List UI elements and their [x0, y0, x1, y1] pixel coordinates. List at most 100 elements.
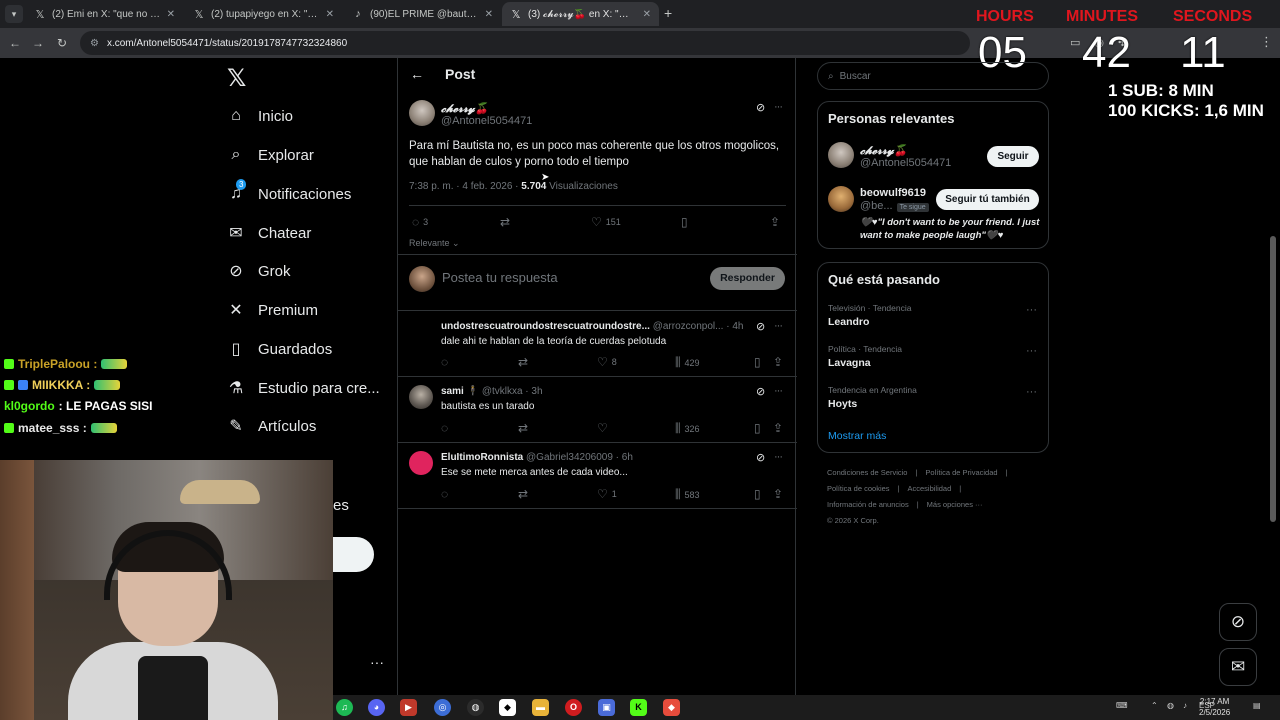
app-icon[interactable]: ◆ — [663, 699, 680, 716]
bookmark-action[interactable]: ▯ — [681, 215, 688, 229]
more-icon[interactable]: ··· — [774, 320, 783, 332]
obs-icon[interactable]: ◍ — [467, 699, 484, 716]
chevron-up-icon[interactable]: ⌃ — [1151, 701, 1158, 710]
footer-link[interactable]: Información de anuncios — [827, 500, 909, 509]
share-action[interactable]: ⇪ — [770, 215, 780, 229]
messages-fab-icon[interactable]: ✉ — [1219, 648, 1257, 686]
footer-link[interactable]: Accesibilidad — [908, 484, 952, 493]
nav-item-inicio[interactable]: ⌂ Inicio — [226, 101, 293, 131]
avatar[interactable] — [828, 186, 854, 212]
post-button[interactable] — [333, 537, 374, 572]
share-action[interactable]: ⇪ — [773, 487, 783, 501]
grok-icon[interactable]: ⊘ — [756, 320, 765, 333]
keyboard-icon[interactable]: ⌨ — [1116, 701, 1128, 710]
reply-item[interactable]: undostrescuatroundostrescuatroundostre..… — [398, 311, 797, 376]
reply-action[interactable]: ◌ — [441, 355, 448, 369]
nav-item-chatear[interactable]: ✉ Chatear — [226, 218, 311, 248]
reply-author[interactable]: undostrescuatroundostrescuatroundostre..… — [441, 321, 743, 332]
repost-action[interactable]: ⇄ — [518, 355, 528, 369]
more-icon[interactable]: ··· — [1026, 345, 1037, 357]
follow-button[interactable]: Seguir — [987, 146, 1039, 167]
notification-center-icon[interactable]: ▤ — [1253, 701, 1261, 710]
like-action[interactable]: ♡ 8 — [597, 355, 617, 369]
views-action[interactable]: ⫼ 583 — [675, 487, 700, 502]
search-input[interactable]: ⌕ Buscar — [817, 62, 1049, 90]
reply-item[interactable]: EluItimoRonnista @Gabriel34206009 · 6h ⊘… — [398, 443, 797, 508]
author-name[interactable]: 𝓬𝓱𝓮𝓻𝓻𝔂🍒 — [441, 102, 488, 116]
avatar[interactable] — [409, 385, 433, 409]
footer-link[interactable]: Más opciones ··· — [927, 500, 983, 509]
bookmark-action[interactable]: ▯ — [754, 421, 761, 435]
follow-back-button[interactable]: Seguir tú también — [936, 189, 1039, 210]
person-name[interactable]: 𝓬𝓱𝓮𝓻𝓻𝔂🍒 — [860, 144, 907, 158]
repost-action[interactable]: ⇄ — [518, 487, 528, 501]
reload-icon[interactable]: ↻ — [53, 34, 71, 52]
nav-item-grok[interactable]: ⊘ Grok — [226, 256, 290, 286]
discord-icon[interactable]: ◕ — [368, 699, 385, 716]
folder-icon[interactable]: ▬ — [532, 699, 549, 716]
views-action[interactable]: ⫼ 326 — [675, 421, 700, 436]
bookmark-action[interactable]: ▯ — [754, 487, 761, 501]
chrome-menu-icon[interactable]: ⋮ — [1260, 34, 1273, 50]
person-handle[interactable]: @be... Te sigue — [860, 200, 929, 212]
more-icon[interactable]: ··· — [774, 101, 783, 113]
close-icon[interactable]: ✕ — [326, 9, 334, 20]
nav-item-premium[interactable]: ✕ Premium — [226, 295, 318, 325]
share-action[interactable]: ⇪ — [773, 355, 783, 369]
avatar[interactable] — [828, 142, 854, 168]
trend-name[interactable]: Hoyts — [828, 398, 857, 410]
video-editor-icon[interactable]: ▶ — [400, 699, 417, 716]
bookmark-action[interactable]: ▯ — [754, 355, 761, 369]
tab-search-button[interactable]: ▾ — [5, 5, 23, 23]
person-name[interactable]: beowulf9619 — [860, 187, 926, 199]
trend-name[interactable]: Lavagna — [828, 357, 871, 369]
account-more-icon[interactable]: ··· — [370, 654, 384, 670]
reply-author[interactable]: sami 🕴 @tvklkxa · 3h — [441, 386, 543, 397]
sort-dropdown[interactable]: Relevante ⌄ — [409, 238, 460, 249]
like-action[interactable]: ♡ 151 — [591, 215, 621, 229]
new-tab-icon[interactable]: + — [664, 5, 672, 21]
app-icon[interactable]: ◆ — [499, 699, 516, 716]
grok-fab-icon[interactable]: ⊘ — [1219, 603, 1257, 641]
reply-button[interactable]: Responder — [710, 267, 785, 290]
close-icon[interactable]: ✕ — [167, 9, 175, 20]
reply-author[interactable]: EluItimoRonnista @Gabriel34206009 · 6h — [441, 452, 633, 463]
more-icon[interactable]: ··· — [774, 451, 783, 463]
footer-link[interactable]: Política de Privacidad — [925, 468, 997, 477]
forward-icon[interactable]: → — [29, 34, 47, 52]
like-action[interactable]: ♡ 1 — [597, 487, 617, 501]
opera-icon[interactable]: O — [565, 699, 582, 716]
kick-icon[interactable]: K — [630, 699, 647, 716]
show-more-link[interactable]: Mostrar más — [828, 430, 886, 442]
share-action[interactable]: ⇪ — [773, 421, 783, 435]
author-handle[interactable]: @Antonel5054471 — [441, 115, 532, 127]
x-logo-icon[interactable]: 𝕏 — [227, 64, 246, 93]
clock[interactable]: 2:17 AM 2/5/2026 — [1199, 696, 1230, 718]
chrome-icon[interactable]: ◎ — [434, 699, 451, 716]
nav-item-notificaciones[interactable]: ♫ 3 Notificaciones — [226, 179, 351, 209]
grok-icon[interactable]: ⊘ — [756, 451, 765, 464]
avatar[interactable] — [409, 100, 435, 126]
repost-action[interactable]: ⇄ — [518, 421, 528, 435]
views-action[interactable]: ⫼ 429 — [675, 355, 700, 370]
scrollbar[interactable] — [1270, 236, 1276, 522]
url-bar[interactable]: ⚙ x.com/Antonel5054471/status/2019178747… — [80, 31, 970, 55]
browser-tab[interactable]: ♪ (90)EL PRIME @bautiagnone # ✕ — [344, 2, 501, 26]
reply-action[interactable]: ◌ — [441, 487, 448, 501]
nav-item-partial[interactable]: es — [333, 497, 349, 514]
back-icon[interactable]: ← — [6, 34, 24, 52]
browser-tab[interactable]: 𝕏 (2) Emi en X: "que no se corte n ✕ — [26, 2, 183, 26]
footer-link[interactable]: Condiciones de Servicio — [827, 468, 907, 477]
app-icon[interactable]: ▣ — [598, 699, 615, 716]
nav-item-guardados[interactable]: ▯ Guardados — [226, 334, 333, 364]
nav-item-estudio[interactable]: ⚗ Estudio para cre... — [226, 373, 380, 403]
close-icon[interactable]: ✕ — [643, 9, 651, 20]
network-icon[interactable]: ◍ — [1167, 701, 1174, 710]
reply-action[interactable]: ◌ — [441, 421, 448, 435]
back-arrow-icon[interactable]: ← — [410, 66, 424, 82]
site-info-icon[interactable]: ⚙ — [90, 38, 99, 49]
browser-tab-active[interactable]: 𝕏 (3) 𝓬𝓱𝓮𝓻𝓻𝔂🍒 en X: "@beowu ✕ — [502, 2, 659, 26]
grok-icon[interactable]: ⊘ — [756, 101, 765, 114]
volume-icon[interactable]: ♪ — [1183, 701, 1187, 710]
more-icon[interactable]: ··· — [1026, 304, 1037, 316]
